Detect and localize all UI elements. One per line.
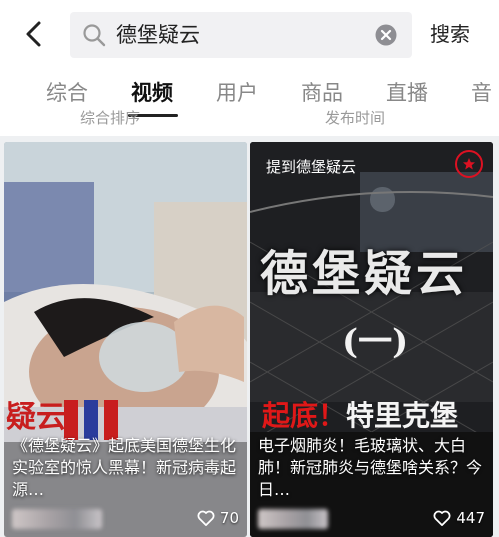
tab-comprehensive[interactable]: 综合	[46, 78, 88, 108]
search-button[interactable]: 搜索	[430, 18, 470, 50]
sort-filter[interactable]: 综合排序	[80, 107, 140, 128]
search-input[interactable]: 德堡疑云	[70, 12, 412, 58]
tab-users[interactable]: 用户	[216, 78, 258, 108]
author-avatar-blurred	[258, 509, 328, 529]
video-card[interactable]: 提到德堡疑云 德堡疑云 (一) 起底！特里克堡 电子烟肺炎！毛玻璃状、大白肺！新…	[250, 142, 493, 537]
like-count: 70	[197, 507, 239, 529]
channel-logo-icon	[455, 150, 483, 178]
tab-music[interactable]: 音	[471, 78, 492, 108]
like-count: 447	[433, 507, 485, 529]
star-icon	[463, 158, 475, 170]
filter-bar: 综合排序 发布时间	[0, 105, 499, 135]
cover-headline: 起底！特里克堡	[262, 394, 458, 434]
like-count-value: 447	[456, 509, 485, 527]
back-arrow-icon[interactable]	[18, 18, 50, 50]
clear-icon[interactable]	[375, 24, 397, 46]
author-avatar-blurred	[12, 509, 102, 529]
like-count-value: 70	[219, 509, 239, 527]
time-filter[interactable]: 发布时间	[325, 107, 385, 128]
video-card[interactable]: 疑云 《德堡疑云》起底美国德堡生化实验室的惊人黑幕！新冠病毒起源… 70	[4, 142, 247, 537]
card-footer: 70	[4, 501, 247, 537]
search-query: 德堡疑云	[116, 23, 200, 47]
cover-headline-white: 特里克堡	[346, 399, 459, 432]
tab-products[interactable]: 商品	[301, 78, 343, 108]
tab-video[interactable]: 视频	[131, 78, 173, 108]
svg-text:疑云: 疑云	[6, 400, 66, 435]
heart-icon	[433, 510, 451, 526]
cover-headline-red: 起底！	[262, 399, 347, 432]
search-header: 德堡疑云 搜索	[0, 0, 499, 68]
tab-live[interactable]: 直播	[386, 78, 428, 108]
topic-tag: 提到德堡疑云	[266, 158, 357, 176]
video-caption: 《德堡疑云》起底美国德堡生化实验室的惊人黑幕！新冠病毒起源…	[12, 436, 237, 499]
search-icon	[83, 24, 106, 47]
video-caption: 电子烟肺炎！毛玻璃状、大白肺！新冠肺炎与德堡啥关系？今日…	[258, 436, 483, 499]
card-footer: 447	[250, 501, 493, 537]
cover-title: 德堡疑云	[260, 246, 469, 302]
heart-icon	[197, 510, 215, 526]
cover-episode: (一)	[342, 322, 409, 362]
